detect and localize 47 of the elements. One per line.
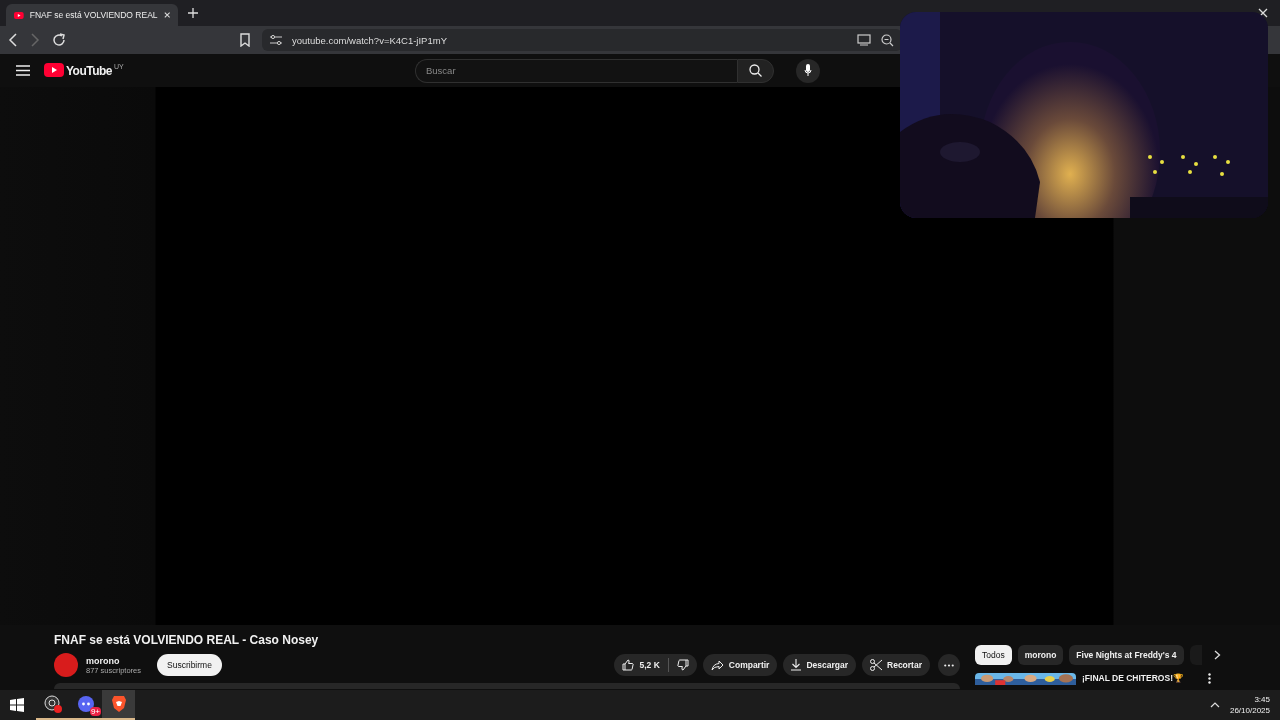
clock-time[interactable]: 3:45 xyxy=(1254,695,1270,704)
clip-button[interactable]: Recortar xyxy=(862,654,930,676)
filter-chip[interactable]: morono xyxy=(1017,645,1064,665)
play-icon xyxy=(44,63,64,77)
caret-up-icon[interactable] xyxy=(1209,702,1220,708)
search-button[interactable] xyxy=(737,58,774,83)
cast-icon[interactable] xyxy=(857,34,871,46)
bookmark-icon[interactable] xyxy=(240,33,250,47)
search-icon xyxy=(749,64,762,77)
logo-text[interactable]: YouTube xyxy=(66,64,113,78)
microphone-icon xyxy=(804,64,812,77)
channel-avatar[interactable] xyxy=(54,653,78,677)
download-icon xyxy=(791,659,802,671)
more-button[interactable] xyxy=(938,654,960,676)
share-icon xyxy=(710,659,724,671)
lion-icon xyxy=(111,696,126,712)
filter-chip[interactable]: Five Nights at Freddy's 4 xyxy=(1069,645,1184,665)
zoom-out-icon[interactable] xyxy=(881,33,894,47)
back-icon[interactable] xyxy=(8,33,18,47)
windows-icon[interactable] xyxy=(10,698,24,712)
video-title[interactable]: ¡FINAL DE CHITEROS!🏆 xyxy=(1082,673,1202,683)
close-icon[interactable] xyxy=(163,11,170,19)
search-field[interactable]: Buscar xyxy=(415,58,737,83)
subscribe-button[interactable]: Suscribirme xyxy=(157,654,222,676)
play-icon xyxy=(14,10,24,20)
browser-tab[interactable]: FNAF se está VOLVIENDO REAL xyxy=(6,4,178,26)
address-field[interactable]: youtube.com/watch?v=K4C1-jIP1mY xyxy=(262,29,902,51)
download-button[interactable]: Descargar xyxy=(783,654,857,676)
share-button[interactable]: Compartir xyxy=(702,654,778,676)
filter-chip[interactable]: Todos xyxy=(975,645,1012,665)
record-icon xyxy=(43,695,62,713)
reload-icon[interactable] xyxy=(52,33,66,47)
chevron-right-icon[interactable] xyxy=(1213,650,1221,660)
sliders-icon xyxy=(270,35,282,45)
thumbs-up-icon xyxy=(622,659,635,671)
taskbar-app[interactable] xyxy=(102,690,135,720)
clock-date[interactable]: 26/10/2025 xyxy=(1229,706,1270,715)
more-icon xyxy=(944,663,954,667)
menu-icon[interactable] xyxy=(16,65,30,76)
channel-name[interactable]: morono xyxy=(86,655,142,666)
scissors-icon xyxy=(870,659,883,671)
notification-badge: 9+ xyxy=(89,707,101,716)
plus-icon[interactable] xyxy=(188,8,198,18)
more-vertical-icon[interactable] xyxy=(1208,673,1211,684)
microphone-button[interactable] xyxy=(796,58,820,83)
thumbs-down-icon xyxy=(676,659,689,671)
video-title: FNAF se está VOLVIENDO REAL - Caso Nosey xyxy=(54,633,320,647)
